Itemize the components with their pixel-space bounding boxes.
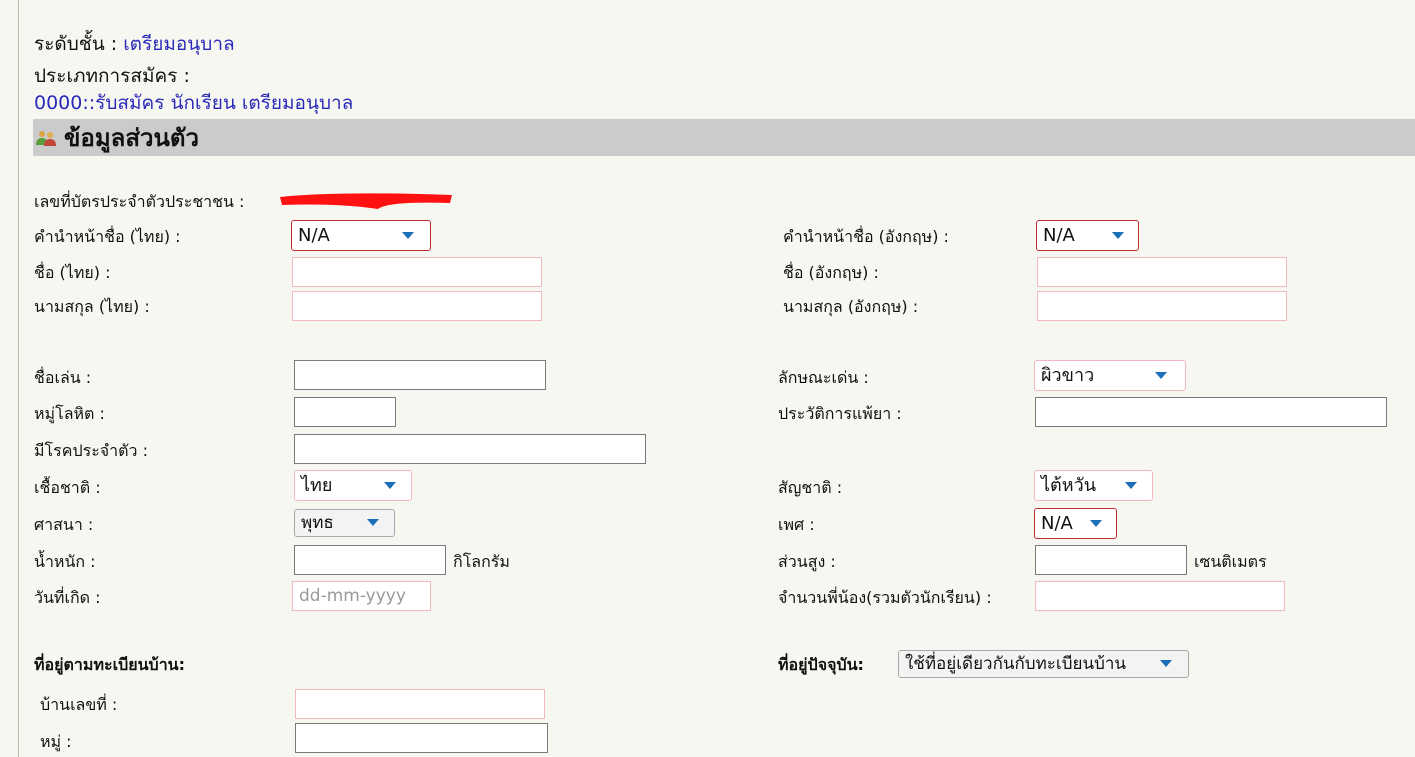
blood-input[interactable] bbox=[294, 397, 396, 427]
race-label: เชื้อชาติ : bbox=[34, 478, 101, 497]
blood-label: หมู่โลหิต : bbox=[34, 404, 105, 423]
chevron-down-icon bbox=[384, 481, 396, 489]
disease-input[interactable] bbox=[294, 434, 646, 464]
apply-type-label: ประเภทการสมัคร : bbox=[34, 65, 190, 87]
race-select[interactable]: ไทย bbox=[294, 470, 412, 501]
prefix-th-label: คำนำหน้าชื่อ (ไทย) : bbox=[34, 227, 181, 246]
chevron-down-icon bbox=[1125, 481, 1137, 489]
prefix-en-select[interactable]: N/A bbox=[1036, 220, 1139, 251]
section-title: ข้อมูลส่วนตัว bbox=[64, 124, 199, 152]
last-en-label: นามสกุล (อังกฤษ) : bbox=[783, 297, 919, 316]
last-th-label: นามสกุล (ไทย) : bbox=[34, 297, 150, 316]
last-th-input[interactable] bbox=[292, 291, 542, 321]
redacted-id-mark bbox=[280, 193, 452, 209]
people-icon bbox=[36, 131, 56, 146]
prefix-en-value: N/A bbox=[1043, 225, 1075, 246]
current-address-select[interactable]: ใช้ที่อยู่เดียวกันกับทะเบียนบ้าน bbox=[898, 650, 1189, 678]
weight-label: น้ำหนัก : bbox=[34, 552, 96, 571]
height-input[interactable] bbox=[1035, 545, 1187, 575]
moo-label: หมู่ : bbox=[40, 732, 72, 751]
feature-label: ลักษณะเด่น : bbox=[778, 368, 869, 387]
id-card-label: เลขที่บัตรประจำตัวประชาชน : bbox=[34, 192, 245, 211]
chevron-down-icon bbox=[1155, 371, 1167, 379]
allergy-input[interactable] bbox=[1035, 397, 1387, 427]
moo-input[interactable] bbox=[295, 723, 548, 753]
page-left-border bbox=[18, 0, 19, 757]
disease-label: มีโรคประจำตัว : bbox=[34, 441, 148, 460]
religion-value: พุทธ bbox=[301, 513, 334, 533]
allergy-label: ประวัติการแพ้ยา : bbox=[778, 404, 902, 423]
birthdate-label: วันที่เกิด : bbox=[34, 588, 101, 607]
religion-label: ศาสนา : bbox=[34, 515, 94, 534]
chevron-down-icon bbox=[367, 519, 379, 526]
level-row: ระดับชั้น : เตรียมอนุบาล bbox=[34, 33, 235, 55]
siblings-input[interactable] bbox=[1035, 581, 1285, 611]
apply-type-value: 0000::รับสมัคร นักเรียน เตรียมอนุบาล bbox=[34, 92, 354, 114]
chevron-down-icon bbox=[1112, 231, 1124, 239]
weight-unit: กิโลกรัม bbox=[453, 552, 510, 571]
level-label: ระดับชั้น : bbox=[34, 33, 118, 55]
chevron-down-icon bbox=[1090, 519, 1102, 527]
chevron-down-icon bbox=[402, 231, 414, 239]
nationality-label: สัญชาติ : bbox=[778, 478, 843, 497]
sex-label: เพศ : bbox=[778, 515, 815, 534]
first-th-input[interactable] bbox=[292, 257, 542, 287]
current-address-value: ใช้ที่อยู่เดียวกันกับทะเบียนบ้าน bbox=[905, 654, 1127, 674]
prefix-th-select[interactable]: N/A bbox=[291, 220, 431, 251]
weight-input[interactable] bbox=[294, 545, 446, 575]
race-value: ไทย bbox=[301, 475, 333, 496]
sex-select[interactable]: N/A bbox=[1034, 508, 1117, 539]
first-th-label: ชื่อ (ไทย) : bbox=[34, 263, 111, 282]
feature-value: ผิวขาว bbox=[1041, 365, 1095, 386]
birthdate-input[interactable]: dd-mm-yyyy bbox=[292, 581, 431, 611]
current-address-title: ที่อยู่ปัจจุบัน: bbox=[778, 655, 864, 674]
prefix-th-value: N/A bbox=[298, 225, 330, 246]
sex-value: N/A bbox=[1041, 513, 1073, 534]
chevron-down-icon bbox=[1160, 660, 1172, 667]
prefix-en-label: คำนำหน้าชื่อ (อังกฤษ) : bbox=[783, 227, 949, 246]
nationality-value: ไต้หวัน bbox=[1041, 475, 1097, 496]
first-en-input[interactable] bbox=[1037, 257, 1287, 287]
religion-select[interactable]: พุทธ bbox=[294, 509, 395, 537]
height-label: ส่วนสูง : bbox=[778, 552, 836, 571]
feature-select[interactable]: ผิวขาว bbox=[1034, 360, 1186, 391]
siblings-label: จำนวนพี่น้อง(รวมตัวนักเรียน) : bbox=[778, 588, 992, 607]
last-en-input[interactable] bbox=[1037, 291, 1287, 321]
first-en-label: ชื่อ (อังกฤษ) : bbox=[783, 263, 879, 282]
section-header: ข้อมูลส่วนตัว bbox=[33, 119, 1415, 156]
house-no-label: บ้านเลขที่ : bbox=[40, 695, 118, 714]
nickname-label: ชื่อเล่น : bbox=[34, 368, 92, 387]
level-value: เตรียมอนุบาล bbox=[123, 33, 235, 55]
reg-address-title: ที่อยู่ตามทะเบียนบ้าน: bbox=[34, 655, 186, 674]
nickname-input[interactable] bbox=[294, 360, 546, 390]
house-no-input[interactable] bbox=[295, 689, 545, 719]
nationality-select[interactable]: ไต้หวัน bbox=[1034, 470, 1153, 501]
height-unit: เซนติเมตร bbox=[1194, 552, 1267, 571]
